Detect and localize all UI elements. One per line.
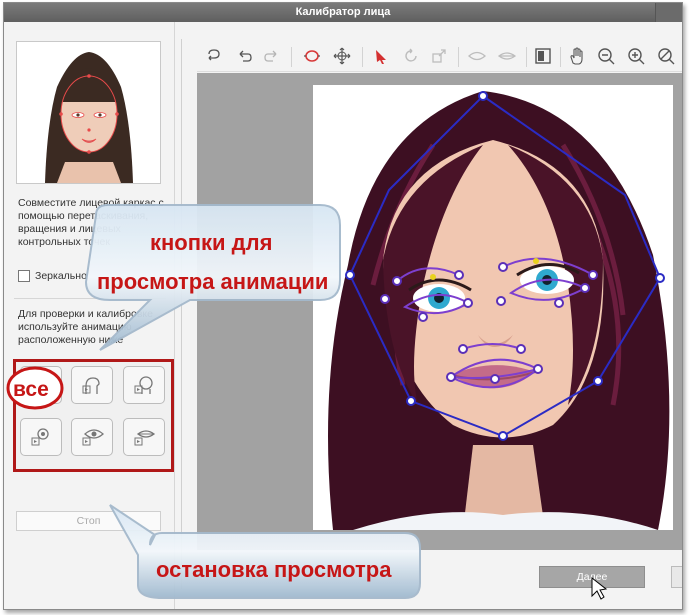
- compare-icon[interactable]: [532, 45, 554, 67]
- lips-shape-icon[interactable]: [496, 45, 518, 67]
- calibration-instruction: Совместите лицевой каркас с помощью пере…: [18, 197, 164, 248]
- anim-blink-button[interactable]: [20, 418, 62, 456]
- title-bar: Калибратор лица: [4, 3, 682, 22]
- panel-divider: [181, 39, 182, 589]
- toolbar-separator: [458, 47, 459, 67]
- anim-head-talk-button[interactable]: [71, 366, 113, 404]
- select-pointer-icon[interactable]: [370, 45, 392, 67]
- divider: [14, 298, 166, 299]
- rotate-icon[interactable]: [400, 45, 422, 67]
- mouth-icon: [134, 430, 156, 446]
- toolbar-separator: [560, 47, 561, 67]
- redo-arrow-icon[interactable]: [203, 45, 225, 67]
- animation-buttons-group: [13, 359, 174, 472]
- toolbar: [197, 41, 682, 72]
- eye-icon: [82, 429, 104, 446]
- stop-button[interactable]: Стоп: [16, 511, 161, 531]
- preview-instruction: Для проверки и калибровке используйте ан…: [18, 308, 153, 346]
- window-title: Калибратор лица: [295, 6, 391, 18]
- hand-pan-icon[interactable]: [566, 45, 588, 67]
- zoom-in-icon[interactable]: [625, 45, 647, 67]
- head-talk-icon: [82, 377, 100, 394]
- mirror-option[interactable]: Зеркально: [18, 270, 87, 282]
- toolbar-separator: [362, 47, 363, 67]
- face-calibrator-window: Калибратор лица Совместите лицевой карка…: [3, 2, 683, 610]
- eye-shape-icon[interactable]: [466, 45, 488, 67]
- next-button[interactable]: Далее: [539, 566, 645, 588]
- secondary-button[interactable]: [671, 566, 682, 588]
- eye-ball-icon: [31, 428, 49, 446]
- anim-head-turn-button[interactable]: [123, 366, 165, 404]
- zoom-reset-icon[interactable]: [655, 45, 677, 67]
- anim-eyes-button[interactable]: [71, 418, 113, 456]
- face-outline-icon[interactable]: [301, 45, 323, 67]
- toolbar-separator: [526, 47, 527, 67]
- anim-mouth-button[interactable]: [123, 418, 165, 456]
- anim-all-button[interactable]: [20, 366, 62, 404]
- redo-icon[interactable]: [261, 45, 283, 67]
- reference-face-thumbnail: [16, 41, 161, 184]
- face-photo-with-mesh[interactable]: [313, 85, 673, 530]
- mirror-checkbox[interactable]: [18, 270, 30, 282]
- calibration-canvas[interactable]: [197, 73, 682, 550]
- close-button[interactable]: [655, 3, 682, 22]
- zoom-out-icon[interactable]: [595, 45, 617, 67]
- scale-icon[interactable]: [428, 45, 450, 67]
- mirror-label: Зеркально: [35, 270, 87, 282]
- head-turn-icon: [134, 376, 153, 394]
- left-panel: Совместите лицевой каркас с помощью пере…: [4, 22, 175, 609]
- fit-icon[interactable]: [331, 45, 353, 67]
- toolbar-separator: [291, 47, 292, 67]
- undo-icon[interactable]: [233, 45, 255, 67]
